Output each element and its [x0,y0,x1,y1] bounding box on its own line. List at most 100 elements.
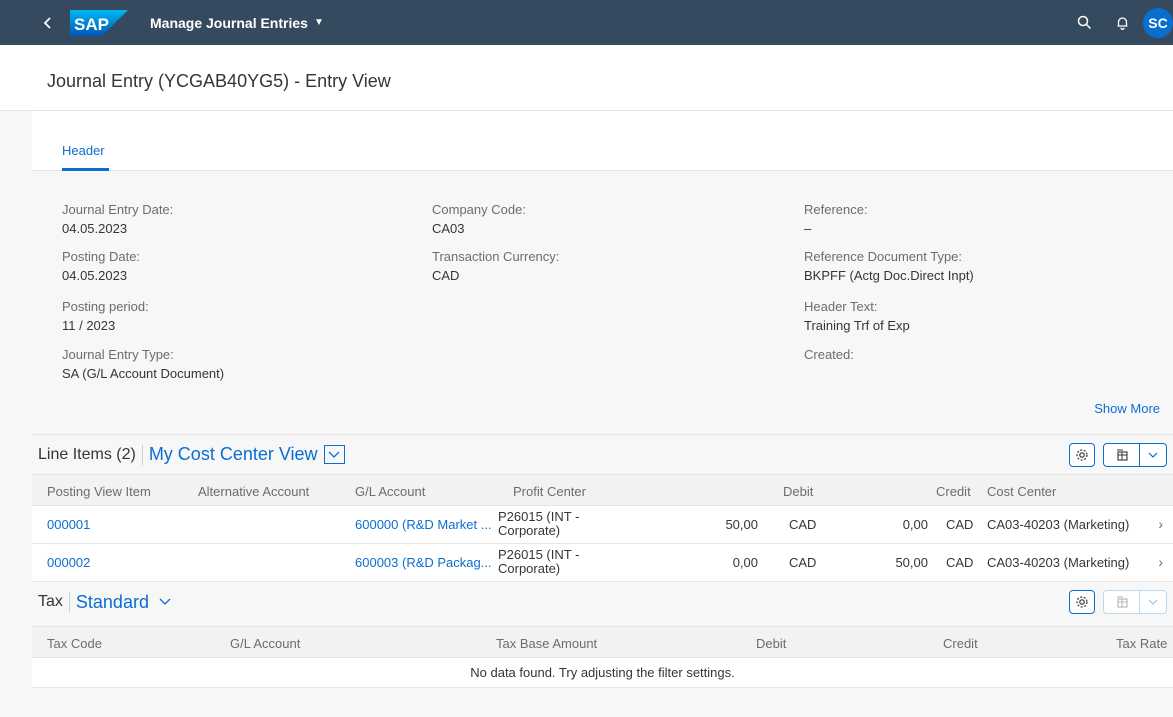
col-cost-center[interactable]: Cost Center [987,484,1056,499]
field-label: Company Code: [432,202,526,217]
credit-amount: 0,00 [902,517,928,532]
gear-icon [1076,448,1088,461]
search-button[interactable] [1065,0,1103,45]
export-split-button[interactable] [1103,442,1167,467]
credit-amount: 50,00 [895,555,928,570]
field-value: – [804,221,812,236]
field-label: Posting Date: [62,249,141,264]
field-label: Posting period: [62,299,149,314]
gl-account-link[interactable]: 600000 (R&D Market ... [355,517,492,532]
debit-amount: 50,00 [725,517,758,532]
col-profit-center[interactable]: Profit Center [513,484,586,499]
col-tax-code[interactable]: Tax Code [47,636,102,651]
svg-text:SAP: SAP [74,15,109,34]
table-row[interactable]: 000002 600003 (R&D Packag... P26015 (INT… [32,544,1173,582]
tax-export-split-button[interactable] [1103,590,1167,614]
object-page-content: Header Journal Entry Date: 04.05.2023 Po… [32,111,1173,717]
gl-account-link[interactable]: 600003 (R&D Packag... [355,555,492,570]
field-label: Journal Entry Date: [62,202,174,217]
col-gl-account[interactable]: G/L Account [230,636,300,651]
field-header-text: Header Text: Training Trf of Exp [804,299,910,333]
profit-center: P26015 (INT - Corporate) [498,509,580,538]
field-value: SA (G/L Account Document) [62,366,225,381]
field-journal-entry-type: Journal Entry Type: SA (G/L Account Docu… [62,347,224,381]
field-label: Created: [804,347,854,362]
export-spreadsheet-icon [1116,596,1128,608]
col-debit[interactable]: Debit [756,636,786,651]
tax-toolbar: Tax Standard [32,582,1173,622]
cost-center: CA03-40203 (Marketing) [987,517,1130,532]
export-options-button[interactable] [1140,444,1166,466]
toolbar-separator [68,592,70,612]
back-arrow-icon [43,16,51,29]
col-posting-view-item[interactable]: Posting View Item [47,484,151,499]
field-journal-entry-date: Journal Entry Date: 04.05.2023 [62,202,173,236]
show-more-link[interactable]: Show More [1094,401,1160,416]
tax-table-settings-button[interactable] [1069,590,1095,614]
field-label: Header Text: [804,299,878,314]
chevron-down-icon [1148,599,1158,605]
field-value: 11 / 2023 [62,318,116,333]
export-button[interactable] [1104,591,1140,613]
field-transaction-currency: Transaction Currency: CAD [432,249,559,283]
field-created: Created: [804,347,854,366]
col-gl-account[interactable]: G/L Account [355,484,425,499]
posting-view-item-link[interactable]: 000002 [47,555,90,570]
field-value: BKPFF (Actg Doc.Direct Inpt) [804,268,974,283]
export-spreadsheet-icon [1116,448,1128,461]
field-value: CA03 [432,221,465,236]
chevron-down-icon[interactable] [159,595,171,609]
chevron-down-icon [1148,452,1158,458]
col-alternative-account[interactable]: Alternative Account [198,484,309,499]
variant-name: My Cost Center View [148,444,318,464]
notifications-button[interactable] [1103,0,1141,45]
posting-view-item-link[interactable]: 000001 [47,517,90,532]
col-debit[interactable]: Debit [783,484,813,499]
header-section: Journal Entry Date: 04.05.2023 Posting D… [32,171,1173,434]
gear-icon [1076,596,1088,608]
app-title-menu[interactable]: Manage Journal Entries ▼ [150,15,324,31]
export-options-button[interactable] [1140,591,1166,613]
shell-bar: SAP Manage Journal Entries ▼ SC [0,0,1173,45]
table-settings-button[interactable] [1069,442,1095,467]
credit-currency: CAD [946,555,974,570]
object-page-title-bar: Journal Entry (YCGAB40YG5) - Entry View [0,45,1173,111]
no-data-message: No data found. Try adjusting the filter … [32,658,1173,688]
chevron-right-icon[interactable]: › [1158,554,1163,570]
field-company-code: Company Code: CA03 [432,202,526,236]
credit-currency: CAD [946,517,974,532]
search-icon [1077,15,1091,30]
tax-header-row: Tax Code G/L Account Tax Base Amount Deb… [32,626,1173,658]
table-row[interactable]: 000001 600000 (R&D Market ... P26015 (IN… [32,506,1173,544]
export-button[interactable] [1104,443,1140,466]
toolbar-separator [141,444,143,465]
back-button[interactable] [30,0,66,45]
sap-logo[interactable]: SAP [70,9,128,36]
chevron-down-icon [328,451,340,458]
col-credit[interactable]: Credit [943,636,978,651]
field-value: 04.05.2023 [62,221,128,236]
col-tax-rate[interactable]: Tax Rate [1116,636,1167,651]
col-tax-base-amount[interactable]: Tax Base Amount [496,636,597,651]
field-value: Training Trf of Exp [804,318,910,333]
variant-name: Standard [75,591,149,612]
line-items-header-row: Posting View Item Alternative Account G/… [32,474,1173,506]
tax-variant-management[interactable]: Standard [76,592,171,613]
field-reference: Reference: – [804,202,868,236]
field-posting-period: Posting period: 11 / 2023 [62,299,149,333]
chevron-right-icon[interactable]: › [1158,516,1163,532]
field-label: Journal Entry Type: [62,347,174,362]
field-label: Reference: [804,202,868,217]
debit-amount: 0,00 [732,555,758,570]
profit-center: P26015 (INT - Corporate) [498,547,580,576]
variant-dropdown-button[interactable] [323,445,345,464]
bell-icon [1117,17,1127,30]
variant-management[interactable]: My Cost Center View [149,444,345,465]
tab-header[interactable]: Header [62,143,105,158]
col-credit[interactable]: Credit [936,484,971,499]
line-items-title: Line Items (2) [38,445,136,463]
field-value: 04.05.2023 [62,268,128,283]
debit-currency: CAD [789,555,817,570]
user-avatar[interactable]: SC [1143,7,1173,38]
field-posting-date: Posting Date: 04.05.2023 [62,249,140,283]
